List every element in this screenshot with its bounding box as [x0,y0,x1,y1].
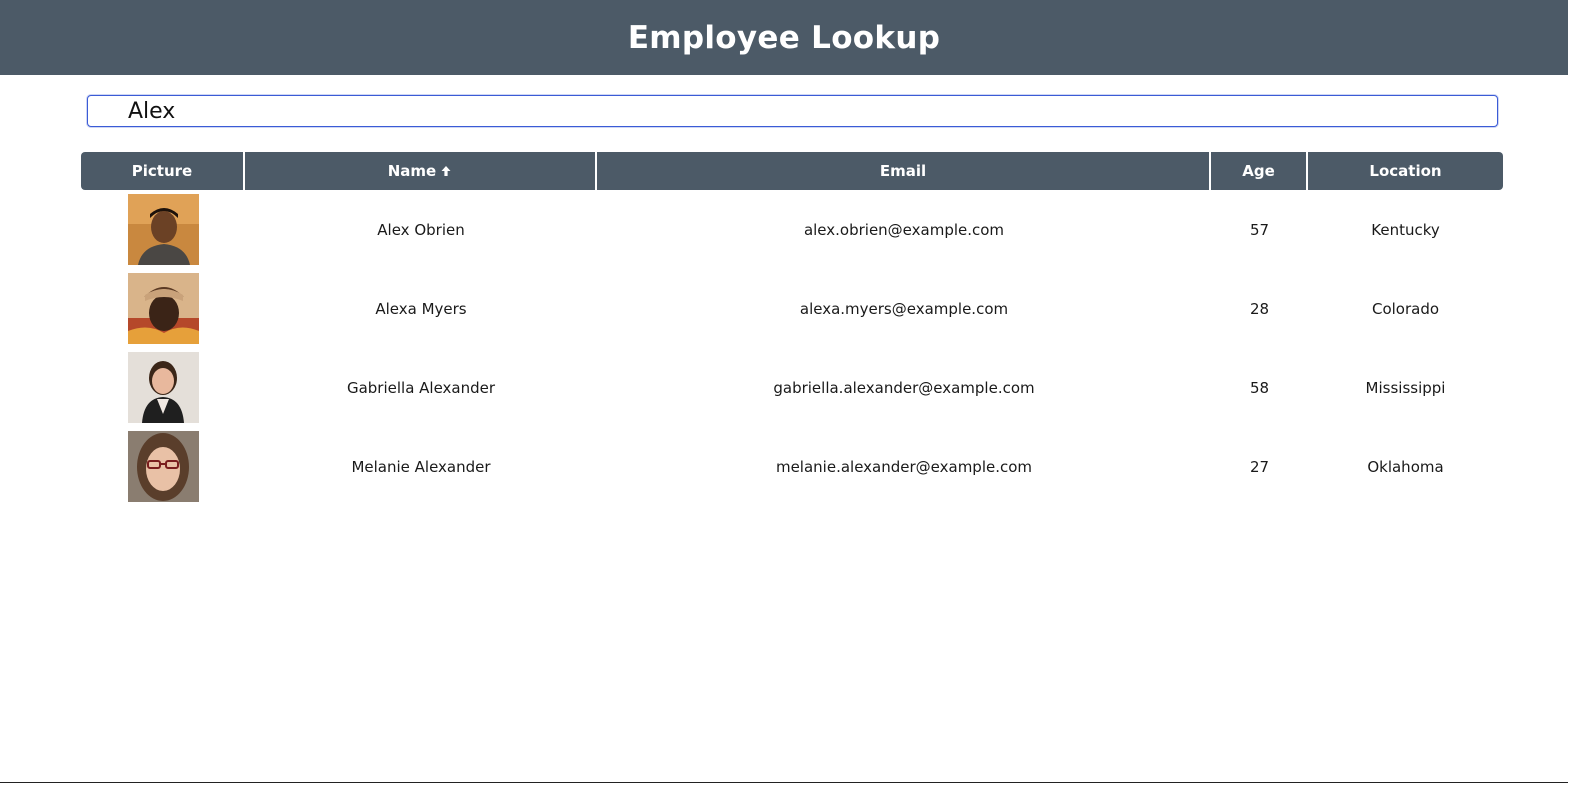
table-header-row: Picture Name Email Age Location [81,152,1503,190]
name-cell: Alex Obrien [377,220,465,239]
picture-cell [81,427,245,506]
column-header-label: Name [387,162,437,180]
app-header: Employee Lookup [0,0,1568,75]
table-row: Alex Obrien alex.obrien@example.com 57 K… [81,190,1503,269]
window-bottom-edge [0,782,1568,790]
age-cell: 28 [1249,299,1270,318]
arrow-up-icon [441,166,451,176]
location-cell: Mississippi [1365,378,1446,397]
picture-cell [81,348,245,427]
location-cell: Oklahoma [1367,457,1444,476]
picture-cell [81,269,245,348]
age-cell: 58 [1249,378,1270,397]
email-cell: gabriella.alexander@example.com [773,378,1035,397]
email-cell: alex.obrien@example.com [803,220,1005,239]
page-title: Employee Lookup [627,19,941,56]
location-cell: Colorado [1371,299,1440,318]
age-cell: 27 [1249,457,1270,476]
avatar [127,352,199,423]
table-row: Alexa Myers alexa.myers@example.com 28 C… [81,269,1503,348]
name-cell: Gabriella Alexander [346,378,496,397]
column-header-location[interactable]: Location [1308,152,1503,190]
vertical-scrollbar[interactable] [1568,0,1584,790]
column-header-age[interactable]: Age [1211,152,1308,190]
column-header-name[interactable]: Name [245,152,597,190]
email-cell: alexa.myers@example.com [799,299,1009,318]
name-cell: Melanie Alexander [351,457,491,476]
column-header-label: Email [879,162,927,180]
avatar [127,194,199,265]
age-cell: 57 [1249,220,1270,239]
avatar [127,431,199,502]
table-row: Gabriella Alexander gabriella.alexander@… [81,348,1503,427]
search-input[interactable] [87,95,1498,127]
location-cell: Kentucky [1371,220,1440,239]
column-header-picture[interactable]: Picture [81,152,245,190]
email-cell: melanie.alexander@example.com [775,457,1033,476]
table-row: Melanie Alexander melanie.alexander@exam… [81,427,1503,506]
column-header-label: Age [1242,162,1275,180]
column-header-label: Picture [131,162,193,180]
column-header-email[interactable]: Email [597,152,1211,190]
picture-cell [81,190,245,269]
avatar [127,273,199,344]
employee-table: Picture Name Email Age Location Alex Obr… [81,152,1503,506]
column-header-label: Location [1369,162,1442,180]
name-cell: Alexa Myers [375,299,467,318]
search-container [87,95,1498,127]
